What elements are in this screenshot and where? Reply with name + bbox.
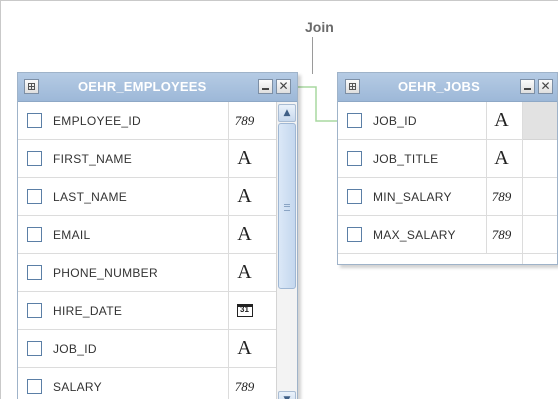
column-name: EMAIL (53, 228, 91, 242)
chevron-up-icon[interactable]: ▲ (278, 104, 296, 122)
text-type-icon: A (228, 330, 260, 367)
column-checkbox[interactable] (347, 113, 362, 128)
chevron-down-icon[interactable]: ▼ (278, 391, 296, 399)
column-checkbox[interactable] (27, 227, 42, 242)
text-type-icon: A (228, 178, 260, 215)
number-type-icon: 789 (228, 102, 260, 139)
minimize-icon[interactable] (520, 79, 535, 94)
table-title: OEHR_JOBS (398, 79, 480, 94)
column-checkbox[interactable] (27, 341, 42, 356)
column-name: SALARY (53, 380, 102, 394)
column-name: EMPLOYEE_ID (53, 114, 141, 128)
number-type-icon: 789 (486, 178, 516, 215)
column-checkbox[interactable] (27, 265, 42, 280)
minimize-icon[interactable] (258, 79, 273, 94)
column-row[interactable]: HIRE_DATE 31 (18, 292, 297, 330)
number-type-icon: 789 (486, 216, 516, 253)
column-row[interactable]: LAST_NAME A (18, 178, 297, 216)
column-name: MIN_SALARY (373, 190, 452, 204)
column-row[interactable]: EMPLOYEE_ID 789 (18, 102, 297, 140)
table-header[interactable]: OEHR_JOBS ✕ (338, 73, 557, 102)
right-panel (522, 102, 557, 264)
column-name: FIRST_NAME (53, 152, 133, 166)
column-name: PHONE_NUMBER (53, 266, 158, 280)
column-checkbox[interactable] (347, 151, 362, 166)
query-builder-canvas: Join OEHR_EMPLOYEES ✕ EMPLOYEE_ID 789 FIRS… (0, 0, 558, 399)
column-row[interactable]: PHONE_NUMBER A (18, 254, 297, 292)
text-type-icon: A (228, 254, 260, 291)
column-checkbox[interactable] (27, 151, 42, 166)
vertical-scrollbar[interactable]: ▲ ▼ (276, 102, 297, 399)
column-list: EMPLOYEE_ID 789 FIRST_NAME A LAST_NAME A EMAIL… (18, 102, 297, 399)
column-name: JOB_ID (53, 342, 97, 356)
column-name: HIRE_DATE (53, 304, 123, 318)
column-checkbox[interactable] (27, 379, 42, 394)
column-row[interactable]: SALARY 789 (18, 368, 297, 399)
column-name: LAST_NAME (53, 190, 128, 204)
column-checkbox[interactable] (347, 227, 362, 242)
table-oehr-employees[interactable]: OEHR_EMPLOYEES ✕ EMPLOYEE_ID 789 FIRST_NAM… (17, 72, 298, 399)
column-checkbox[interactable] (27, 113, 42, 128)
text-type-icon: A (228, 140, 260, 177)
column-row[interactable]: FIRST_NAME A (18, 140, 297, 178)
calendar-icon: 31 (236, 304, 253, 317)
column-name: JOB_ID (373, 114, 417, 128)
number-type-icon: 789 (228, 368, 260, 399)
column-checkbox[interactable] (27, 189, 42, 204)
text-type-icon: A (486, 102, 516, 139)
column-row[interactable]: EMAIL A (18, 216, 297, 254)
text-type-icon: A (486, 140, 516, 177)
column-checkbox[interactable] (27, 303, 42, 318)
table-oehr-jobs[interactable]: OEHR_JOBS ✕ JOB_ID A JOB_TITLE A MIN_SALARY 7… (337, 72, 558, 265)
column-name: MAX_SALARY (373, 228, 456, 242)
date-type-icon: 31 (228, 292, 260, 329)
table-header[interactable]: OEHR_EMPLOYEES ✕ (18, 73, 297, 102)
grid-icon[interactable] (24, 79, 39, 94)
text-type-icon: A (228, 216, 260, 253)
scrollbar-thumb[interactable] (278, 123, 296, 289)
close-icon[interactable]: ✕ (538, 79, 553, 94)
column-checkbox[interactable] (347, 189, 362, 204)
close-icon[interactable]: ✕ (276, 79, 291, 94)
table-title: OEHR_EMPLOYEES (78, 79, 207, 94)
column-row[interactable]: JOB_ID A (18, 330, 297, 368)
grid-icon[interactable] (345, 79, 360, 94)
column-name: JOB_TITLE (373, 152, 439, 166)
